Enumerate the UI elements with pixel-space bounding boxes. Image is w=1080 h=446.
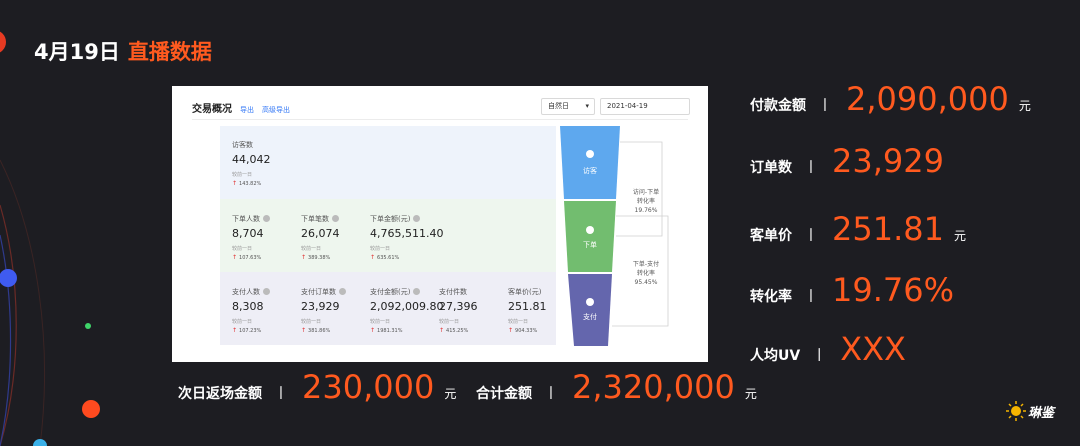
funnel-stage-order bbox=[564, 201, 616, 272]
stat-separator: 丨 bbox=[818, 98, 832, 114]
red-circle-decoration bbox=[0, 31, 6, 53]
slide-title: 4月19日 直播数据 bbox=[34, 36, 212, 66]
funnel-label-order: 下单 bbox=[583, 241, 597, 249]
stat-label: 转化率 bbox=[750, 289, 792, 305]
slide-date: 4月19日 bbox=[34, 40, 120, 64]
stat-unit: 元 bbox=[953, 229, 966, 243]
stat-separator: 丨 bbox=[804, 289, 818, 305]
stat-unit: 元 bbox=[444, 387, 457, 401]
stat-value: XXX bbox=[840, 330, 906, 368]
logo-text: 琳鉴 bbox=[1028, 405, 1055, 421]
stat-separator: 丨 bbox=[812, 348, 827, 364]
document-icon bbox=[586, 226, 594, 234]
stat-separator: 丨 bbox=[274, 386, 288, 402]
stat-uv-per-user: 人均UV 丨 XXX bbox=[750, 330, 916, 368]
stat-conversion-rate: 转化率 丨 19.76% bbox=[750, 271, 964, 309]
conversion-rate-visit-order: 访问-下单 转化率 19.76% bbox=[632, 189, 660, 214]
stat-separator: 丨 bbox=[804, 228, 818, 244]
conversion-rate-order-pay: 下单-支付 转化率 95.45% bbox=[632, 261, 660, 286]
stat-total-amount: 合计金额 丨 2,320,000 元 bbox=[476, 368, 757, 406]
funnel-stage-pay bbox=[568, 274, 612, 346]
stat-payment-amount: 付款金额 丨 2,090,000 元 bbox=[750, 80, 1031, 118]
conversion-funnel bbox=[560, 126, 669, 346]
stat-value: 2,320,000 bbox=[572, 368, 735, 406]
blue-circle-decoration bbox=[0, 269, 17, 287]
funnel-label-visitor: 访客 bbox=[583, 167, 597, 175]
slide-topic: 直播数据 bbox=[127, 40, 212, 64]
stat-unit-price: 客单价 丨 251.81 元 bbox=[750, 210, 966, 248]
pay-icon bbox=[586, 298, 594, 306]
user-icon bbox=[586, 150, 594, 158]
stat-unit: 元 bbox=[1018, 99, 1031, 113]
stat-label: 客单价 bbox=[750, 228, 792, 244]
trade-overview-panel: 交易概况 导出 高级导出 自然日 ▾ 2021-04-19 访客数 44,042… bbox=[172, 86, 708, 362]
stat-value: 251.81 bbox=[832, 210, 944, 248]
green-dot-decoration bbox=[85, 323, 91, 329]
funnel-label-pay: 支付 bbox=[583, 313, 597, 321]
stat-value: 2,090,000 bbox=[846, 80, 1009, 118]
stat-next-day-amount: 次日返场金额 丨 230,000 元 bbox=[178, 368, 456, 406]
funnel-stage-visitor bbox=[560, 126, 620, 199]
brand-logo: 琳鉴 bbox=[1006, 398, 1070, 424]
sun-icon bbox=[1006, 401, 1026, 421]
stat-label: 合计金额 bbox=[476, 386, 532, 402]
stat-separator: 丨 bbox=[544, 386, 558, 402]
stat-order-count: 订单数 丨 23,929 bbox=[750, 142, 954, 180]
stat-separator: 丨 bbox=[804, 160, 818, 176]
stat-unit: 元 bbox=[744, 387, 757, 401]
cyan-circle-decoration bbox=[33, 439, 47, 446]
stat-value: 230,000 bbox=[302, 368, 435, 406]
stat-label: 付款金额 bbox=[750, 98, 806, 114]
stat-label: 订单数 bbox=[750, 160, 792, 176]
stat-label: 次日返场金额 bbox=[178, 386, 262, 402]
orange-circle-decoration bbox=[82, 400, 100, 418]
stat-value: 19.76% bbox=[832, 271, 955, 309]
stat-value: 23,929 bbox=[832, 142, 944, 180]
stat-label: 人均UV bbox=[750, 348, 801, 364]
